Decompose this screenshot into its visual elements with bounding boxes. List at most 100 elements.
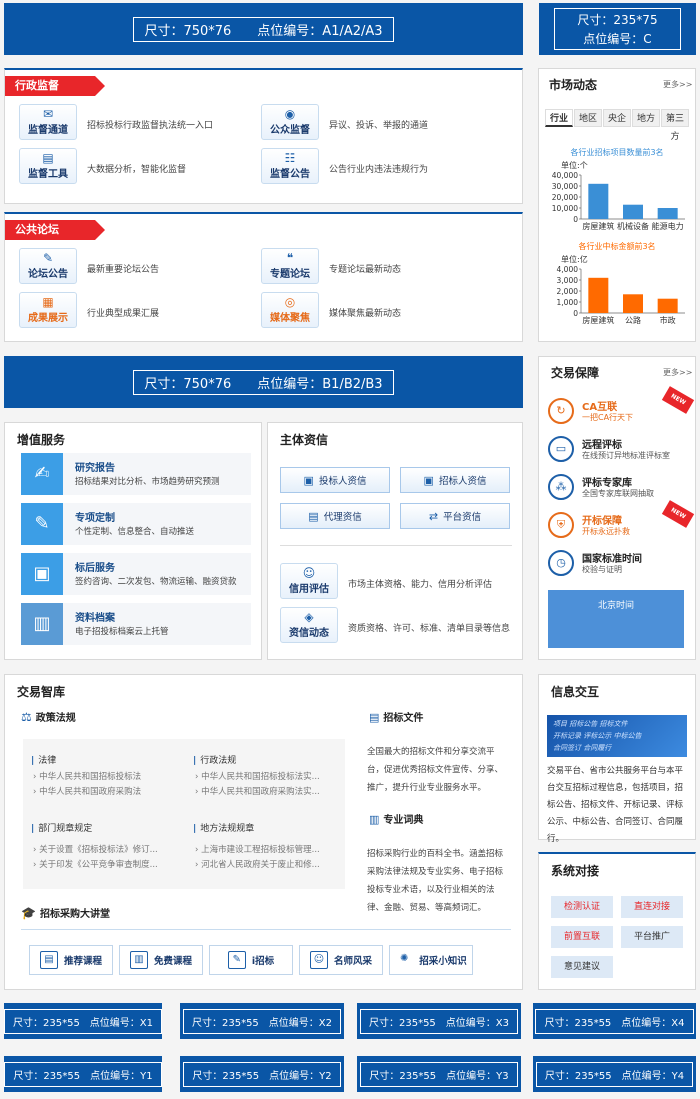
x-tick-label: 市政 (660, 315, 676, 325)
ad-x2[interactable]: 尺寸：235*55 点位编号：X2 (180, 1003, 344, 1039)
tab-local[interactable]: 地方 (632, 109, 660, 127)
topic-forum-button[interactable]: ❝ 专题论坛 (261, 248, 319, 284)
achievement-button[interactable]: ▦ 成果展示 (19, 292, 77, 328)
bar (623, 204, 643, 219)
x-tick-label: 机械设备 (617, 221, 649, 231)
info-desc: 交易平台、省市公共服务平台与本平台交互招标过程信息，包括项目，招标公告、招标文件… (547, 766, 684, 844)
ad-code: 点位编号：A1/A2/A3 (257, 23, 383, 39)
dict-header[interactable]: ▥ 专业词典 (369, 811, 423, 826)
handshake-icon: ⇄ (428, 509, 439, 523)
expert-pool-item[interactable]: ⁂ 评标专家库 全国专家库联网抽取 (548, 472, 688, 502)
law-link[interactable]: › 上海市建设工程招标投标管理... (195, 843, 341, 855)
ad-x3[interactable]: 尺寸：235*55 点位编号：X3 (357, 1003, 521, 1039)
document-icon: ▣ (21, 553, 63, 595)
ad-y3[interactable]: 尺寸：235*55 点位编号：Y3 (357, 1056, 521, 1092)
tab-third-party[interactable]: 第三方 (661, 109, 689, 142)
law-link[interactable]: › 中华人民共和国招标投标法 (33, 770, 141, 782)
procurement-tips-button[interactable]: ✺ 招采小知识 (389, 945, 473, 975)
credit-panel: 主体资信 ▣ 投标人资信 ▣ 招标人资信 ▤ 代理资信 ⇄ 平台资信 ☺ 信用评估 市场主… (267, 422, 523, 660)
law-link[interactable]: › 关于印发《公平竞争审查制度... (33, 858, 183, 870)
inspection-cert-button[interactable]: 检测认证 (551, 896, 613, 918)
supervision-notice-button[interactable]: ☷ 监督公告 (261, 148, 319, 184)
lecture-divider (21, 929, 511, 930)
chart-unit: 单位:个 (561, 160, 588, 170)
service-custom[interactable]: ✎ 专项定制 个性定制、信息整合、自动推送 (21, 503, 251, 545)
eye-icon: ◉ (284, 107, 296, 121)
law-link[interactable]: › 中华人民共和国政府采购法 (33, 785, 141, 797)
id-card-icon: ▣ (423, 473, 434, 487)
ca-interconnect-item[interactable]: ↻ CA互联 一把CA行天下 NEW (548, 386, 695, 426)
direct-connect-button[interactable]: 直连对接 (621, 896, 683, 918)
famous-teacher-button[interactable]: ☺ 名师风采 (299, 945, 383, 975)
tenderer-credit-button[interactable]: ▣ 招标人资信 (400, 467, 510, 493)
y-tick-label: 20,000 (552, 193, 578, 202)
free-course-button[interactable]: ▥ 免费课程 (119, 945, 203, 975)
chart-bid-count: 各行业招标项目数量前3名单位:个40,000 30,000 20,000 10,000… (552, 147, 685, 231)
credit-assessment-button[interactable]: ☺ 信用评估 (280, 563, 338, 599)
bid-opening-guarantee-item[interactable]: ⛨ 开标保障 开标永远扑救 NEW (548, 500, 695, 540)
bidder-credit-button[interactable]: ▣ 投标人资信 (280, 467, 390, 493)
law-link[interactable]: › 中华人民共和国政府采购法实... (195, 785, 341, 797)
trade-guarantee-title: 交易保障 (551, 366, 600, 380)
dict-desc: 招标采购行业的百科全书。涵盖招标采购法律法规及专业实务、电子招标投标专业术语，以… (367, 849, 504, 913)
ad-x4[interactable]: 尺寸：235*55 点位编号：X4 (533, 1003, 696, 1039)
y-tick-label: 10,000 (552, 204, 578, 213)
service-research-report[interactable]: ✍ 研究报告 招标结果对比分析、市场趋势研究预测 (21, 453, 251, 495)
library-panel: 交易智库 ⚖政策法规 法律 › 中华人民共和国招标投标法 › 中华人民共和国政府… (4, 674, 523, 990)
lecture-header: 🎓 招标采购大讲堂 (21, 906, 110, 920)
refresh-icon: ↻ (548, 398, 574, 424)
agent-icon: ▤ (308, 509, 319, 523)
user-check-icon: ☺ (302, 566, 316, 580)
agent-credit-button[interactable]: ▤ 代理资信 (280, 503, 390, 529)
tab-central[interactable]: 央企 (603, 109, 631, 127)
y-tick-label: 1,000 (557, 298, 579, 307)
ad-banner-a[interactable]: 尺寸：750*76 点位编号：A1/A2/A3 (4, 3, 523, 55)
ad-y2[interactable]: 尺寸：235*55 点位编号：Y2 (180, 1056, 344, 1092)
front-interconnect-button[interactable]: 前置互联 (551, 926, 613, 948)
ad-banner-b[interactable]: 尺寸：750*76 点位编号：B1/B2/B3 (4, 356, 523, 408)
i-bid-button[interactable]: ✎ i招标 (209, 945, 293, 975)
platform-promotion-button[interactable]: 平台推广 (621, 926, 683, 948)
national-time-item[interactable]: ◷ 国家标准时间 校验与证明 (548, 548, 688, 578)
forum-notice-button[interactable]: ✎ 论坛公告 (19, 248, 77, 284)
ad-y1[interactable]: 尺寸：235*55 点位编号：Y1 (4, 1056, 162, 1092)
policy-header: ⚖ 政策法规 (21, 710, 76, 724)
feedback-button[interactable]: 意见建议 (551, 956, 613, 978)
ad-size: 尺寸：750*76 (144, 376, 232, 392)
ad-y4[interactable]: 尺寸：235*55 点位编号：Y4 (533, 1056, 696, 1092)
market-more-link[interactable]: 更多>> (663, 79, 692, 90)
platform-credit-button[interactable]: ⇄ 平台资信 (400, 503, 510, 529)
credit-news-button[interactable]: ◈ 资信动态 (280, 607, 338, 643)
public-supervision-button[interactable]: ◉ 公众监督 (261, 104, 319, 140)
trade-guarantee-more-link[interactable]: 更多>> (663, 367, 692, 378)
supervision-tag: 行政监督 (5, 76, 105, 96)
info-panel: 信息交互 项目 招标公告 招标文件 开标记录 评标公示 中标公告 合同签订 合同… (538, 674, 696, 844)
law-link[interactable]: › 中华人民共和国招标投标法实... (195, 770, 341, 782)
chart-icon: ▤ (42, 151, 54, 165)
system-title: 系统对接 (551, 864, 600, 878)
service-archive[interactable]: ▥ 资料档案 电子招投标档案云上托管 (21, 603, 251, 645)
book-icon: ▤ (39, 951, 58, 969)
chat-icon: ❝ (286, 251, 294, 265)
y-tick-label: 0 (573, 215, 578, 224)
news-icon: ✎ (42, 251, 54, 265)
service-after-bid[interactable]: ▣ 标后服务 签约咨询、二次发包、物流运输、融资贷款 (21, 553, 251, 595)
media-focus-button[interactable]: ◎ 媒体聚焦 (261, 292, 319, 328)
group-icon: ⁂ (548, 474, 574, 500)
law-link[interactable]: › 关于设置《招标投标法》修订... (33, 843, 183, 855)
ad-code: 点位编号：C (583, 32, 652, 46)
info-banner[interactable]: 项目 招标公告 招标文件 开标记录 评标公示 中标公告 合同签订 合同履行 (547, 715, 687, 757)
remote-evaluation-item[interactable]: ▭ 远程评标 在线预订异地标准评标室 (548, 434, 688, 464)
y-tick-label: 30,000 (552, 182, 578, 191)
files-header[interactable]: ▤ 招标文件 (369, 709, 423, 724)
supervision-tools-button[interactable]: ▤ 监督工具 (19, 148, 77, 184)
tab-industry[interactable]: 行业 (545, 109, 573, 127)
tab-region[interactable]: 地区 (574, 109, 602, 127)
clock-icon: ◷ (548, 550, 574, 576)
bar (657, 298, 678, 313)
law-link[interactable]: › 河北省人民政府关于废止和修... (195, 858, 341, 870)
ad-banner-c[interactable]: 尺寸：235*75 点位编号：C (539, 3, 696, 55)
supervision-channel-button[interactable]: ✉ 监督通道 (19, 104, 77, 140)
recommended-course-button[interactable]: ▤ 推荐课程 (29, 945, 113, 975)
ad-x1[interactable]: 尺寸：235*55 点位编号：X1 (4, 1003, 162, 1039)
